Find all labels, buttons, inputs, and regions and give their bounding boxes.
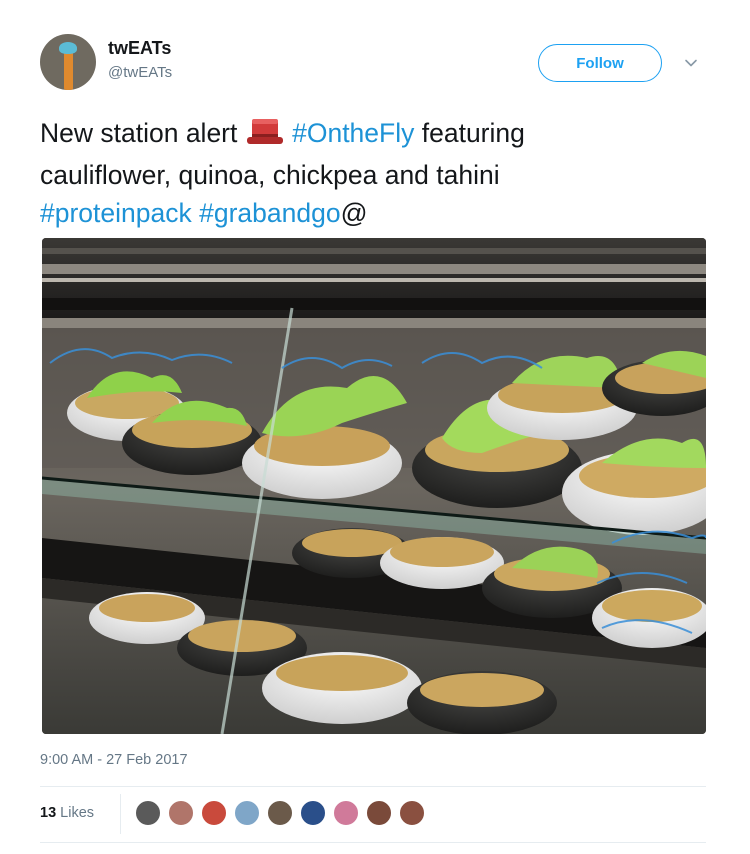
hat-emoji-icon [245, 116, 285, 156]
tweet-text-line1-prefix: New station alert [40, 118, 245, 148]
tweet-text-trailing: @ [340, 198, 368, 228]
liker-avatar[interactable] [299, 799, 327, 827]
liker-avatar[interactable] [398, 799, 426, 827]
liker-avatar[interactable] [200, 799, 228, 827]
liker-avatar[interactable] [332, 799, 360, 827]
tweet-text-line1-suffix: featuring [414, 118, 525, 148]
tweet-card: twEATs @twEATs Follow New station alert … [0, 0, 750, 854]
chevron-down-icon[interactable] [684, 56, 698, 70]
liker-avatar[interactable] [365, 799, 393, 827]
likes-count-number: 13 [40, 805, 57, 821]
likes-label: Likes [60, 805, 95, 821]
liker-avatar[interactable] [167, 799, 195, 827]
hashtag-grabandgo-link[interactable]: #grabandgo [199, 198, 340, 228]
divider [40, 842, 706, 843]
likes-count[interactable]: 13 Likes [40, 805, 94, 821]
avatar[interactable] [40, 34, 96, 90]
liker-avatar[interactable] [134, 799, 162, 827]
user-handle[interactable]: @twEATs [108, 64, 172, 81]
food-display-case-image [42, 238, 706, 734]
tweet-text-line2: cauliflower, quinoa, chickpea and tahini [40, 160, 500, 190]
liker-avatar[interactable] [233, 799, 261, 827]
display-name[interactable]: twEATs [108, 38, 171, 59]
likers-avatars [134, 799, 444, 829]
tweet-timestamp[interactable]: 9:00 AM - 27 Feb 2017 [40, 752, 188, 768]
tweet-photo[interactable] [42, 238, 706, 734]
follow-button[interactable]: Follow [538, 44, 662, 82]
liker-avatar[interactable] [266, 799, 294, 827]
hashtag-proteinpack-link[interactable]: #proteinpack [40, 198, 192, 228]
hashtag-onthefly-link[interactable]: #OntheFly [292, 118, 414, 148]
likes-separator [120, 794, 121, 834]
tweet-text: New station alert #OntheFly featuring ca… [40, 114, 720, 232]
divider [40, 786, 706, 787]
